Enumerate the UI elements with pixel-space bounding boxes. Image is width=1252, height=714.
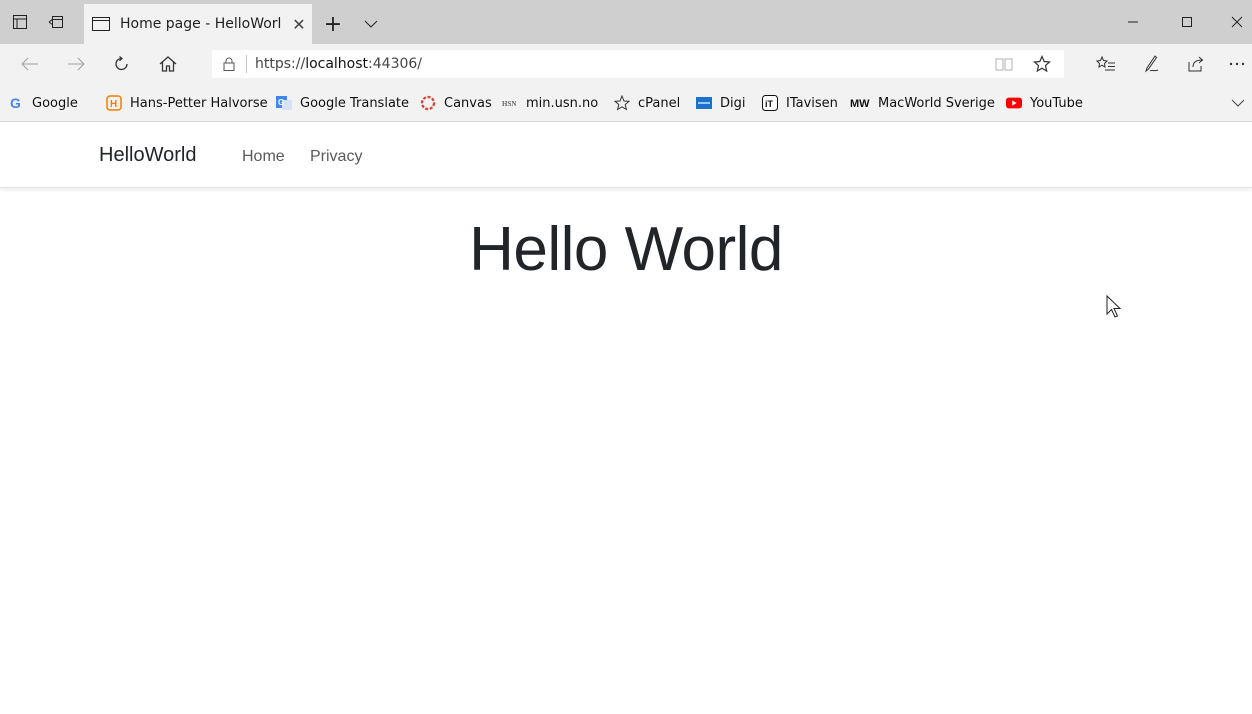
- url-scheme: https://: [255, 56, 306, 72]
- favorite-google[interactable]: G Google: [8, 93, 78, 113]
- forward-arrow-icon[interactable]: [58, 44, 94, 84]
- home-icon[interactable]: [150, 44, 186, 84]
- mouse-pointer-icon: [1106, 295, 1122, 318]
- svg-text:HSN: HSN: [502, 100, 516, 108]
- close-window-icon[interactable]: [1214, 0, 1252, 44]
- restore-tabs-icon[interactable]: [40, 0, 72, 44]
- digi-icon: [696, 95, 712, 111]
- tab-title: Home page - HelloWorl: [120, 16, 282, 32]
- nav-link-home[interactable]: Home: [242, 148, 285, 166]
- favorites-hub-icon[interactable]: [1088, 44, 1124, 84]
- macworld-icon: MW: [850, 95, 870, 111]
- favorite-label: Hans-Petter Halvorse: [130, 95, 268, 111]
- favorite-label: ITavisen: [786, 95, 838, 111]
- youtube-icon: [1006, 95, 1022, 111]
- set-aside-tabs-icon[interactable]: [4, 0, 36, 44]
- web-page-content: HelloWorld Home Privacy Hello World: [0, 122, 1252, 714]
- favorites-overflow-chevron-down-icon[interactable]: [1228, 93, 1248, 113]
- favorite-min-usn-no[interactable]: HSN min.usn.no: [502, 93, 598, 113]
- favorites-bar: G Google H Hans-Petter Halvorse G Google…: [0, 84, 1252, 122]
- close-tab-icon[interactable]: ✕: [288, 13, 310, 35]
- add-notes-pen-icon[interactable]: [1134, 44, 1170, 84]
- page-icon: [92, 16, 112, 32]
- svg-text:iT: iT: [765, 99, 774, 109]
- favorite-label: cPanel: [638, 95, 681, 111]
- more-ellipsis-icon[interactable]: [1222, 44, 1252, 84]
- back-arrow-icon[interactable]: [12, 44, 48, 84]
- address-divider: [246, 55, 247, 73]
- favorite-label: Google: [32, 95, 78, 111]
- favorite-macworld-sverige[interactable]: MW MacWorld Sverige: [850, 93, 995, 113]
- site-navbar: HelloWorld Home Privacy: [0, 122, 1252, 188]
- star-icon: [614, 95, 630, 111]
- navigation-bar: https://localhost:44306/: [0, 44, 1252, 84]
- svg-text:H: H: [110, 99, 117, 110]
- address-bar[interactable]: https://localhost:44306/: [212, 50, 1064, 78]
- itavisen-icon: iT: [762, 95, 778, 111]
- favorite-cpanel[interactable]: cPanel: [614, 93, 680, 113]
- favorite-label: YouTube: [1030, 95, 1083, 111]
- google-icon: G: [8, 95, 24, 111]
- new-tab-button[interactable]: +: [318, 4, 348, 44]
- favorite-label: MacWorld Sverige: [878, 95, 995, 111]
- favorite-label: Digi: [720, 95, 746, 111]
- svg-text:G: G: [278, 98, 284, 107]
- canvas-icon: [420, 95, 436, 111]
- favorite-star-icon[interactable]: [1026, 50, 1058, 78]
- favorite-google-translate[interactable]: G Google Translate: [276, 93, 409, 113]
- site-brand-link[interactable]: HelloWorld: [99, 144, 196, 167]
- url-host: localhost: [305, 56, 369, 72]
- svg-text:MW: MW: [850, 98, 870, 110]
- tab-preview-chevron-down-icon[interactable]: [356, 4, 386, 44]
- page-heading: Hello World: [469, 215, 783, 284]
- url-text[interactable]: https://localhost:44306/: [255, 56, 422, 72]
- maximize-icon[interactable]: [1164, 0, 1210, 44]
- lock-icon[interactable]: [212, 50, 246, 78]
- usn-icon: HSN: [502, 95, 518, 111]
- svg-text:G: G: [10, 95, 21, 111]
- h-badge-icon: H: [106, 95, 122, 111]
- minimize-icon[interactable]: [1110, 0, 1156, 44]
- translate-icon: G: [276, 95, 292, 111]
- share-icon[interactable]: [1178, 44, 1214, 84]
- title-bar: Home page - HelloWorl ✕ +: [0, 0, 1252, 44]
- favorite-label: Google Translate: [300, 95, 410, 111]
- favorite-label: min.usn.no: [526, 95, 599, 111]
- url-rest: :44306/: [368, 56, 423, 72]
- favorite-canvas[interactable]: Canvas: [420, 93, 492, 113]
- favorite-itavisen[interactable]: iT ITavisen: [762, 93, 838, 113]
- active-tab[interactable]: Home page - HelloWorl ✕: [84, 4, 312, 44]
- favorite-label: Canvas: [444, 95, 492, 111]
- reading-view-icon[interactable]: [988, 50, 1020, 78]
- favorite-youtube[interactable]: YouTube: [1006, 93, 1083, 113]
- favorite-hans-petter-halvorse[interactable]: H Hans-Petter Halvorse: [106, 93, 268, 113]
- nav-link-privacy[interactable]: Privacy: [310, 148, 362, 166]
- favorite-digi[interactable]: Digi: [696, 93, 746, 113]
- refresh-icon[interactable]: [104, 44, 140, 84]
